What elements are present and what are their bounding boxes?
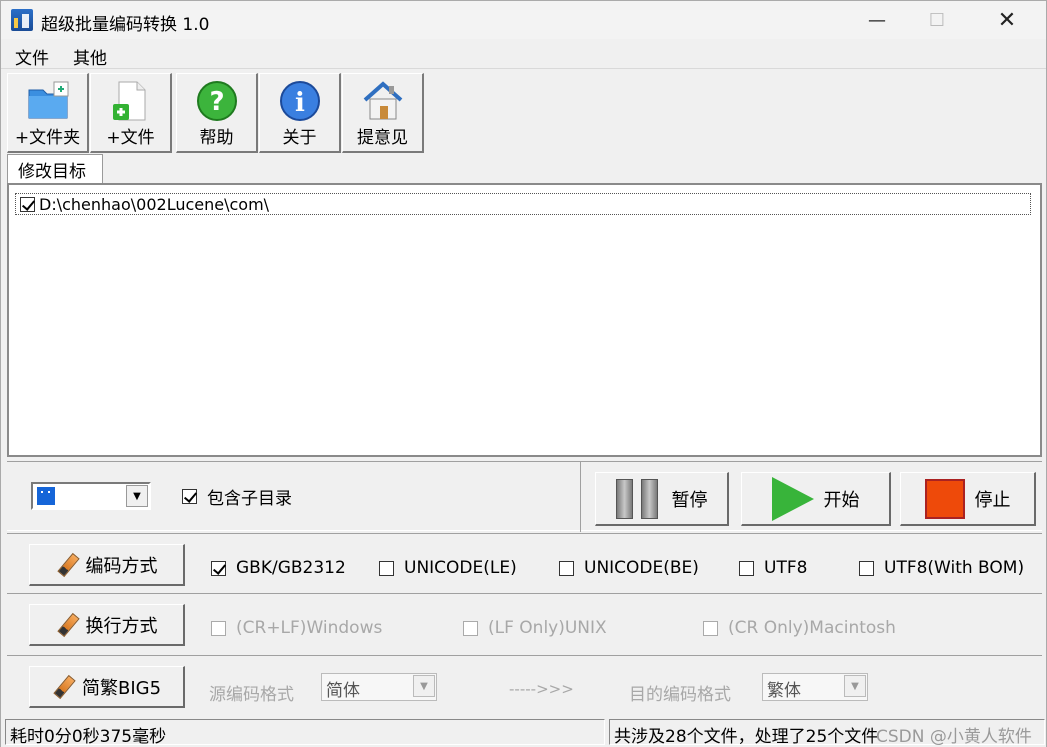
target-encoding-label: 目的编码格式 [629, 685, 731, 705]
add-folder-label: +文件夹 [14, 128, 81, 148]
add-file-label: +文件 [106, 128, 155, 148]
target-list[interactable]: D:\chenhao\002Lucene\com\ [7, 183, 1042, 457]
pencil-icon [52, 675, 76, 699]
pause-button[interactable]: 暂停 [595, 472, 729, 526]
chevron-down-icon[interactable]: ▼ [413, 675, 435, 697]
encoding-utf8-bom-checkbox[interactable] [859, 560, 874, 576]
target-encoding-value: 繁体 [767, 681, 801, 701]
line-ending-option-mac[interactable]: (CR Only)Macintosh [703, 618, 896, 638]
line-ending-windows-checkbox[interactable] [211, 620, 226, 636]
big5-row: 简繁BIG5 源编码格式 简体 ▼ ----->>> 目的编码格式 繁体 ▼ [7, 655, 1042, 715]
line-ending-row: 换行方式 (CR+LF)Windows (LF Only)UNIX (CR On… [7, 593, 1042, 653]
encoding-option-utf8-bom[interactable]: UTF8(With BOM) [859, 558, 1024, 578]
encoding-utf8-checkbox[interactable] [739, 560, 754, 576]
app-logo-icon [11, 9, 33, 31]
start-label: 开始 [823, 489, 860, 511]
minimize-button[interactable]: — [854, 1, 900, 39]
chevron-down-icon[interactable]: ▼ [844, 675, 866, 697]
list-item-path: D:\chenhao\002Lucene\com\ [39, 194, 270, 214]
line-ending-unix-label: (LF Only)UNIX [488, 618, 607, 638]
encoding-option-utf8[interactable]: UTF8 [739, 558, 807, 578]
stop-button[interactable]: 停止 [900, 472, 1036, 526]
line-ending-button-label: 换行方式 [85, 615, 158, 637]
source-encoding-value: 简体 [326, 681, 360, 701]
pause-icon [615, 478, 662, 519]
encoding-unicode-be-checkbox[interactable] [559, 560, 574, 576]
line-ending-mac-checkbox[interactable] [703, 620, 718, 636]
encoding-option-gbk[interactable]: GBK/GB2312 [211, 558, 346, 578]
title-bar: 超级批量编码转换 1.0 — ☐ ✕ [1, 1, 1046, 39]
svg-text:i: i [295, 88, 305, 118]
pencil-icon [56, 613, 80, 637]
chevron-down-icon[interactable]: ▼ [126, 485, 148, 507]
big5-button-label: 简繁BIG5 [81, 677, 162, 699]
source-encoding-label: 源编码格式 [209, 685, 294, 705]
line-ending-unix-checkbox[interactable] [463, 620, 478, 636]
source-encoding-select[interactable]: 简体 ▼ [321, 673, 437, 701]
start-button[interactable]: 开始 [741, 472, 891, 526]
window-title: 超级批量编码转换 1.0 [41, 15, 210, 35]
tab-strip: 修改目标 [7, 154, 1042, 184]
svg-text:?: ? [209, 87, 224, 117]
list-item-checkbox[interactable] [20, 196, 35, 212]
pencil-icon [56, 553, 80, 577]
close-button[interactable]: ✕ [984, 1, 1030, 39]
line-ending-mac-label: (CR Only)Macintosh [728, 618, 896, 638]
house-icon [363, 81, 402, 120]
app-window: 超级批量编码转换 1.0 — ☐ ✕ 文件 其他 +文件夹 +文件 ? 帮助 i… [0, 0, 1047, 747]
include-subdirs[interactable]: 包含子目录 [182, 484, 292, 509]
encoding-utf8-label: UTF8 [764, 558, 808, 578]
encoding-gbk-label: GBK/GB2312 [236, 558, 346, 578]
encoding-row: 编码方式 GBK/GB2312 UNICODE(LE) UNICODE(BE) … [7, 533, 1042, 593]
play-icon [771, 476, 814, 521]
feedback-button[interactable]: 提意见 [342, 73, 424, 153]
line-ending-windows-label: (CR+LF)Windows [236, 618, 383, 638]
big5-button[interactable]: 简繁BIG5 [29, 666, 185, 708]
line-ending-option-unix[interactable]: (LF Only)UNIX [463, 618, 607, 638]
help-button[interactable]: ? 帮助 [176, 73, 258, 153]
info-icon: i [279, 81, 320, 121]
watermark: CSDN @小黄人软件 [876, 727, 1032, 747]
line-ending-option-windows[interactable]: (CR+LF)Windows [211, 618, 382, 638]
encoding-option-unicode-be[interactable]: UNICODE(BE) [559, 558, 699, 578]
menu-file[interactable]: 文件 [15, 44, 49, 69]
elapsed-time: 耗时0分0秒375毫秒 [5, 719, 605, 745]
target-encoding-select[interactable]: 繁体 ▼ [762, 673, 868, 701]
pause-label: 暂停 [671, 489, 708, 511]
menu-bar: 文件 其他 [1, 39, 1046, 69]
maximize-button[interactable]: ☐ [914, 1, 960, 39]
include-subdirs-label: 包含子目录 [207, 489, 292, 509]
encoding-unicode-le-label: UNICODE(LE) [404, 558, 517, 578]
list-item[interactable]: D:\chenhao\002Lucene\com\ [15, 193, 1031, 215]
stop-label: 停止 [974, 489, 1011, 511]
control-bar: ▼ 包含子目录 暂停 开始 停止 [7, 461, 1042, 532]
color-swatch [37, 487, 55, 505]
encoding-utf8-bom-label: UTF8(With BOM) [884, 558, 1025, 578]
encoding-unicode-le-checkbox[interactable] [379, 560, 394, 576]
add-folder-button[interactable]: +文件夹 [7, 73, 89, 153]
feedback-label: 提意见 [357, 128, 408, 148]
about-button[interactable]: i 关于 [259, 73, 341, 153]
folder-add-icon [28, 81, 68, 119]
encoding-option-unicode-le[interactable]: UNICODE(LE) [379, 558, 517, 578]
color-select[interactable]: ▼ [31, 482, 151, 510]
conversion-arrow: ----->>> [509, 680, 574, 698]
action-group: 暂停 开始 停止 [580, 462, 1042, 532]
status-bar: 耗时0分0秒375毫秒 共涉及28个文件，处理了25个文件 CSDN @小黄人软… [1, 717, 1046, 747]
about-label: 关于 [282, 128, 317, 148]
encoding-button[interactable]: 编码方式 [29, 544, 185, 586]
tab-targets[interactable]: 修改目标 [7, 154, 103, 184]
menu-other[interactable]: 其他 [73, 44, 107, 69]
add-file-button[interactable]: +文件 [90, 73, 172, 153]
encoding-button-label: 编码方式 [85, 555, 158, 577]
help-icon: ? [196, 81, 237, 121]
help-label: 帮助 [199, 128, 234, 148]
line-ending-button[interactable]: 换行方式 [29, 604, 185, 646]
stop-icon [924, 478, 965, 519]
encoding-gbk-checkbox[interactable] [211, 560, 226, 576]
include-subdirs-checkbox[interactable] [182, 489, 197, 504]
file-add-icon [112, 81, 145, 121]
encoding-unicode-be-label: UNICODE(BE) [584, 558, 699, 578]
